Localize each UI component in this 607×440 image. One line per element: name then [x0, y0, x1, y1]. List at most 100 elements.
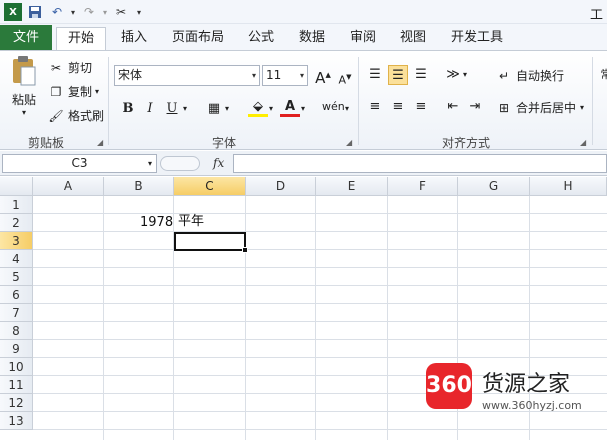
font-color-icon[interactable]: A [280, 97, 300, 117]
column-header-a[interactable]: A [33, 177, 104, 196]
insert-function-button[interactable]: fx [213, 156, 224, 170]
watermark-url: www.360hyzj.com [482, 399, 582, 412]
align-left-icon[interactable]: ≡ [365, 97, 385, 117]
chevron-down-icon[interactable]: ▾ [180, 99, 190, 119]
copy-button[interactable]: ❐ 复制 ▾ [48, 83, 99, 100]
column-header-h[interactable]: H [530, 177, 607, 196]
watermark-name: 货源之家 [482, 372, 571, 397]
align-center-icon[interactable]: ≡ [388, 97, 408, 117]
cut-button[interactable]: ✂ 剪切 [48, 59, 92, 76]
dialog-launcher-icon[interactable]: ◢ [97, 138, 103, 147]
group-divider [592, 57, 593, 145]
align-top-icon[interactable]: ☰ [365, 65, 385, 85]
decrease-indent-icon[interactable]: ⇤ [443, 97, 463, 117]
font-size-select[interactable]: 11 ▾ [262, 65, 308, 86]
italic-button[interactable]: I [140, 99, 160, 119]
tab-review[interactable]: 审阅 [342, 27, 384, 50]
chevron-down-icon: ▾ [299, 71, 304, 80]
merge-center-label: 合并后居中 [516, 101, 577, 115]
name-box[interactable]: C3 ▾ [2, 154, 157, 173]
excel-logo-icon: X [4, 3, 22, 21]
tab-developer[interactable]: 开发工具 [442, 27, 512, 50]
font-group-label: 字体 [212, 136, 237, 150]
align-right-icon[interactable]: ≡ [411, 97, 431, 117]
row-gridline [33, 285, 607, 286]
bold-button[interactable]: B [118, 99, 138, 119]
dialog-launcher-icon[interactable]: ◢ [580, 138, 586, 147]
chevron-down-icon[interactable]: ▾ [460, 65, 470, 85]
column-header-g[interactable]: G [458, 177, 530, 196]
column-header-e[interactable]: E [316, 177, 388, 196]
row-header-5[interactable]: 5 [0, 268, 33, 286]
align-bottom-icon[interactable]: ☰ [411, 65, 431, 85]
fill-color-icon[interactable]: ⬙ [248, 97, 268, 117]
grow-font-label: A [315, 69, 326, 87]
tab-page-layout[interactable]: 页面布局 [164, 27, 232, 50]
chevron-down-icon: ▾ [95, 87, 100, 96]
watermark-badge: 360 [426, 363, 472, 409]
column-header-f[interactable]: F [388, 177, 458, 196]
cell-b2[interactable]: 1978 [140, 214, 173, 232]
column-gridline [315, 196, 316, 440]
number-format-select[interactable]: 常 [596, 65, 607, 85]
save-icon[interactable] [26, 3, 44, 21]
tab-insert[interactable]: 插入 [112, 27, 156, 50]
chevron-down-icon[interactable]: ▾ [222, 99, 232, 119]
chevron-down-icon[interactable]: ▾ [342, 99, 352, 119]
row-gridline [33, 321, 607, 322]
increase-indent-icon[interactable]: ⇥ [465, 97, 485, 117]
row-header-3[interactable]: 3 [0, 232, 33, 250]
row-header-12[interactable]: 12 [0, 394, 33, 412]
tab-view[interactable]: 视图 [392, 27, 434, 50]
active-cell-c3[interactable] [174, 232, 246, 251]
paste-button[interactable]: 粘贴 ▾ [8, 55, 40, 117]
row-header-10[interactable]: 10 [0, 358, 33, 376]
row-gridline [33, 429, 607, 430]
chevron-down-icon[interactable]: ▾ [298, 99, 308, 119]
tab-home[interactable]: 开始 [56, 27, 106, 51]
formula-bar-splitter[interactable] [160, 156, 200, 171]
dialog-launcher-icon[interactable]: ◢ [346, 138, 352, 147]
wrap-text-button[interactable]: ↵ 自动换行 [496, 67, 564, 84]
column-header-d[interactable]: D [246, 177, 316, 196]
grow-font-button[interactable]: A▲ [313, 65, 333, 87]
row-header-6[interactable]: 6 [0, 286, 33, 304]
row-header-1[interactable]: 1 [0, 196, 33, 214]
tab-formulas[interactable]: 公式 [240, 27, 282, 50]
row-header-9[interactable]: 9 [0, 340, 33, 358]
format-painter-icon: 🖌 [48, 108, 64, 123]
paste-label: 粘贴 [11, 93, 36, 107]
group-divider [358, 57, 359, 145]
row-gridline [33, 231, 607, 232]
merge-center-button[interactable]: ⊞ 合并后居中 ▾ [496, 99, 584, 116]
row-gridline [33, 339, 607, 340]
row-header-13[interactable]: 13 [0, 412, 33, 430]
tab-file[interactable]: 文件 [0, 25, 52, 50]
tab-data[interactable]: 数据 [290, 27, 334, 50]
shrink-font-button[interactable]: A▼ [335, 67, 355, 87]
borders-icon[interactable]: ▦ [204, 99, 224, 119]
row-header-8[interactable]: 8 [0, 322, 33, 340]
align-middle-icon[interactable]: ☰ [388, 65, 408, 85]
fill-handle[interactable] [242, 247, 248, 253]
row-gridline [33, 303, 607, 304]
row-header-2[interactable]: 2 [0, 214, 33, 232]
chevron-down-icon[interactable]: ▾ [266, 99, 276, 119]
row-header-7[interactable]: 7 [0, 304, 33, 322]
wrap-text-label: 自动换行 [516, 69, 565, 83]
row-header-4[interactable]: 4 [0, 250, 33, 268]
row-header-11[interactable]: 11 [0, 376, 33, 394]
formula-input[interactable] [233, 154, 607, 173]
watermark: 360 货源之家 www.360hyzj.com [426, 363, 607, 417]
tools-icon[interactable]: ✂ [112, 3, 130, 21]
phonetic-guide-icon[interactable]: wén [322, 97, 345, 117]
format-painter-button[interactable]: 🖌 格式刷 [48, 107, 104, 124]
underline-button[interactable]: U [162, 99, 182, 119]
select-all-corner[interactable] [0, 177, 33, 196]
font-name-select[interactable]: 宋体 ▾ [114, 65, 260, 86]
format-painter-label: 格式刷 [68, 109, 105, 123]
customize-icon[interactable]: ▾ [130, 3, 148, 21]
cell-c2[interactable]: 平年 [178, 213, 204, 231]
column-header-c[interactable]: C [174, 177, 246, 196]
column-header-b[interactable]: B [104, 177, 174, 196]
